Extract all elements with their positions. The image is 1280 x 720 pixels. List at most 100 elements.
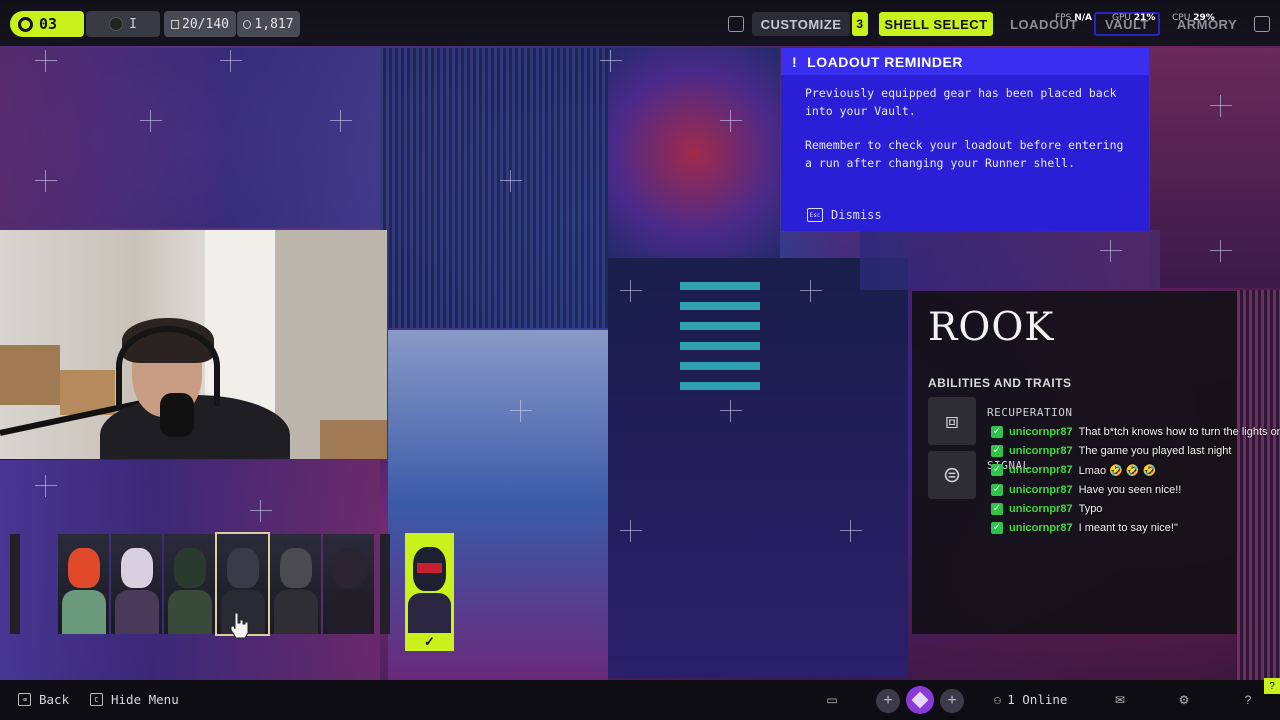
shell-portrait-icon (121, 548, 153, 588)
level-value: 03 (39, 15, 58, 33)
shell-name: ROOK (928, 305, 1055, 350)
hide-menu-label: Hide Menu (111, 692, 179, 707)
shell-torso (408, 593, 451, 633)
shell-portrait-icon (280, 548, 312, 588)
hand-cursor-icon (230, 612, 249, 639)
tab-customize[interactable]: CUSTOMIZE (752, 12, 850, 36)
customize-badge: 3 (852, 12, 868, 36)
verified-check-icon: ✓ (991, 444, 1003, 457)
microphone-icon (160, 393, 194, 437)
tab-shell-select[interactable]: SHELL SELECT (879, 12, 993, 36)
chat-text: That b*tch knows how to turn the lights … (1078, 425, 1280, 438)
verified-check-icon: ✓ (991, 464, 1003, 477)
shell-torso (327, 590, 371, 634)
chat-message: ✓ unicornpr87 Have you seen nice!! (991, 480, 1280, 499)
hide-key-icon: C (90, 693, 103, 706)
back-label: Back (39, 692, 70, 707)
chat-message: ✓ unicornpr87 Typo (991, 499, 1280, 518)
mail-icon[interactable]: ✉ (1113, 693, 1127, 707)
recuperation-icon[interactable]: ⧈ (928, 397, 976, 445)
roster-scroll-right[interactable] (380, 534, 390, 634)
rank-icon (109, 17, 124, 31)
bumper-left-icon (728, 16, 744, 32)
gpu-label: GPU (1112, 13, 1131, 23)
shell-torso (274, 590, 318, 634)
gpu-value: 21% (1133, 13, 1156, 23)
bottom-bar: ⌫ Back C Hide Menu ▭ ⚇ 1 Online ✉ ⚙ ? (0, 680, 1280, 720)
ability-name: RECUPERATION (987, 406, 1073, 419)
shell-torso (168, 590, 212, 634)
bumper-right-icon (1254, 16, 1270, 32)
chat-text: I meant to say nice!" (1078, 522, 1178, 535)
chat-text: Typo (1078, 502, 1103, 515)
webcam-box (320, 420, 387, 459)
loadout-reminder-dialog: ! LOADOUT REMINDER Previously equipped g… (781, 48, 1149, 231)
back-button[interactable]: ⌫ Back (18, 692, 69, 707)
reminder-paragraph: Previously equipped gear has been placed… (805, 86, 1117, 118)
shell-portrait-icon (333, 548, 365, 588)
chat-text: Have you seen nice!! (1078, 483, 1182, 496)
fps-value: N/A (1074, 13, 1092, 23)
reminder-body: Previously equipped gear has been placed… (781, 75, 1149, 172)
chat-icon[interactable]: ▭ (825, 693, 839, 707)
fps-label: FPS (1055, 13, 1072, 23)
chat-username: unicornpr87 (1009, 464, 1073, 477)
online-indicator[interactable]: ⚇ 1 Online (994, 692, 1067, 707)
help-icon[interactable]: ? (1241, 693, 1255, 707)
equipped-check-icon: ✓ (424, 634, 435, 649)
gpu-readout: GPU 21% (1112, 13, 1155, 23)
webcam-overlay (0, 230, 387, 459)
reminder-title: LOADOUT REMINDER (807, 53, 963, 70)
credits-counter[interactable]: 1,817 (237, 11, 300, 37)
gear-icon[interactable]: ⚙ (1177, 693, 1191, 707)
credits-icon (243, 19, 252, 29)
cpu-label: CPU (1172, 13, 1191, 23)
verified-check-icon: ✓ (991, 522, 1003, 535)
hide-menu-button[interactable]: C Hide Menu (90, 692, 179, 707)
top-bar: 03 I 20/140 1,817 CUSTOMIZE 3 SHELL SELE… (0, 0, 1280, 46)
add-party-left-button[interactable]: + (876, 689, 900, 713)
shell-roster (58, 532, 374, 636)
chat-username: unicornpr87 (1009, 483, 1073, 496)
visor-icon (417, 563, 442, 573)
chat-username: unicornpr87 (1009, 444, 1073, 457)
shell-portrait-icon (227, 548, 259, 588)
credits-value: 1,817 (254, 16, 294, 32)
stream-chat-overlay: ✓ unicornpr87 That b*tch knows how to turn… (991, 422, 1280, 538)
verified-check-icon: ✓ (991, 483, 1003, 496)
shell-card[interactable] (111, 534, 162, 634)
squad-icon[interactable] (906, 686, 934, 714)
progress-counter[interactable]: 20/140 (164, 11, 236, 37)
dismiss-button[interactable]: Esc Dismiss (807, 208, 882, 222)
reminder-paragraph: Remember to check your loadout before en… (805, 138, 1124, 170)
add-party-right-button[interactable]: + (940, 689, 964, 713)
abilities-title: ABILITIES AND TRAITS (928, 376, 1072, 390)
cpu-readout: CPU 29% (1172, 13, 1215, 23)
chat-username: unicornpr87 (1009, 522, 1073, 535)
shell-portrait-icon (68, 548, 100, 588)
overlay-corner-icon: ? (1264, 678, 1280, 694)
shell-torso (115, 590, 159, 634)
equipped-shell-card[interactable]: ✓ (405, 533, 454, 651)
shell-card[interactable] (58, 534, 109, 634)
friends-icon: ⚇ (994, 692, 1002, 707)
shell-card[interactable] (270, 534, 321, 634)
esc-key-icon: Esc (807, 208, 823, 222)
reminder-header: ! LOADOUT REMINDER (781, 48, 1149, 75)
roster-scroll-left[interactable] (10, 534, 20, 634)
rank-indicator[interactable]: I (86, 11, 160, 37)
shell-card[interactable] (323, 534, 374, 634)
shell-card[interactable] (164, 534, 215, 634)
level-ring-icon (18, 16, 33, 32)
shell-torso (62, 590, 106, 634)
fps-readout: FPS N/A (1055, 13, 1092, 23)
stack-icon (171, 19, 180, 29)
webcam-box (0, 345, 60, 405)
chat-text: Lmao 🤣 🤣 🤣 (1078, 464, 1157, 477)
dismiss-label: Dismiss (831, 208, 882, 222)
player-level[interactable]: 03 (10, 11, 84, 37)
progress-counter-value: 20/140 (182, 16, 229, 32)
shell-portrait-icon (174, 548, 206, 588)
signal-icon[interactable]: ⊜ (928, 451, 976, 499)
verified-check-icon: ✓ (991, 425, 1003, 438)
